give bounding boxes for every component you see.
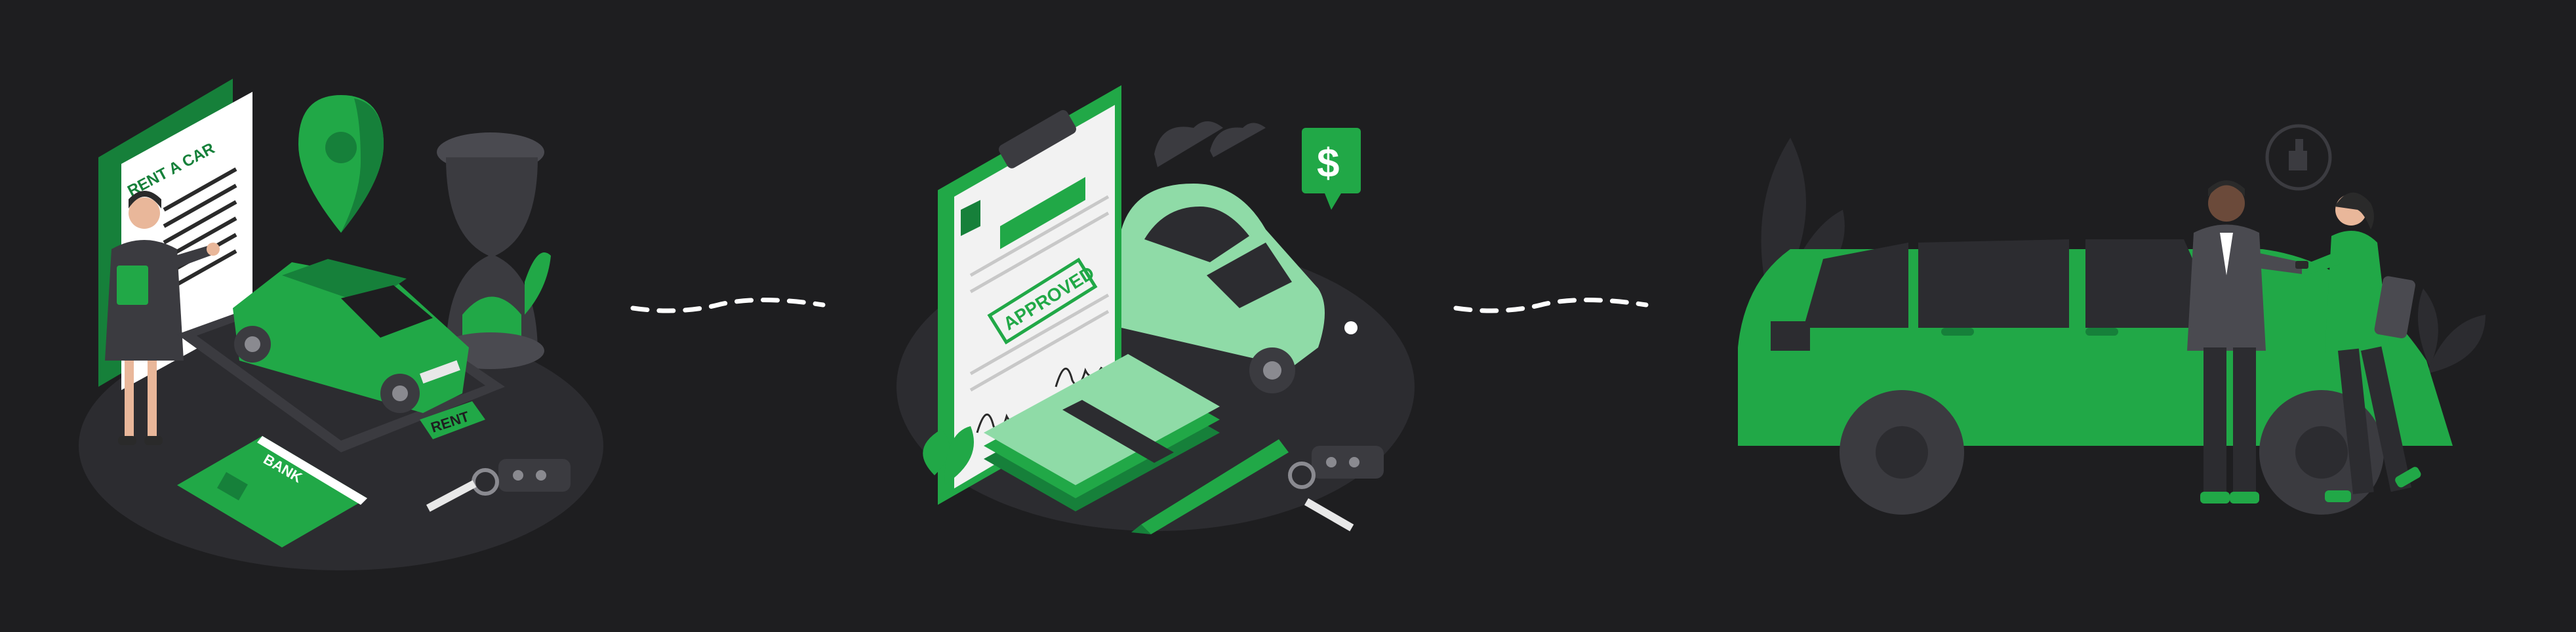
price-bubble-symbol: $ (1317, 141, 1339, 186)
cloud-icon (1154, 121, 1266, 167)
car-rental-process-illustration: RENT A CAR RENT BANK APPROVED $ (79, 79, 2485, 570)
step-handover-scene (1738, 124, 2485, 515)
process-connector-2 (1453, 298, 1649, 313)
hourglass-icon (437, 132, 551, 369)
thumbs-up-bubble-icon (2265, 124, 2332, 191)
dollar-bubble-icon: $ (1302, 128, 1361, 210)
car-key-icon (2295, 261, 2308, 269)
process-connector-1 (630, 298, 826, 313)
step-approval-scene: APPROVED $ (896, 85, 1415, 534)
step-rent-scene: RENT A CAR RENT BANK (79, 79, 603, 570)
location-pin-icon (298, 95, 384, 233)
